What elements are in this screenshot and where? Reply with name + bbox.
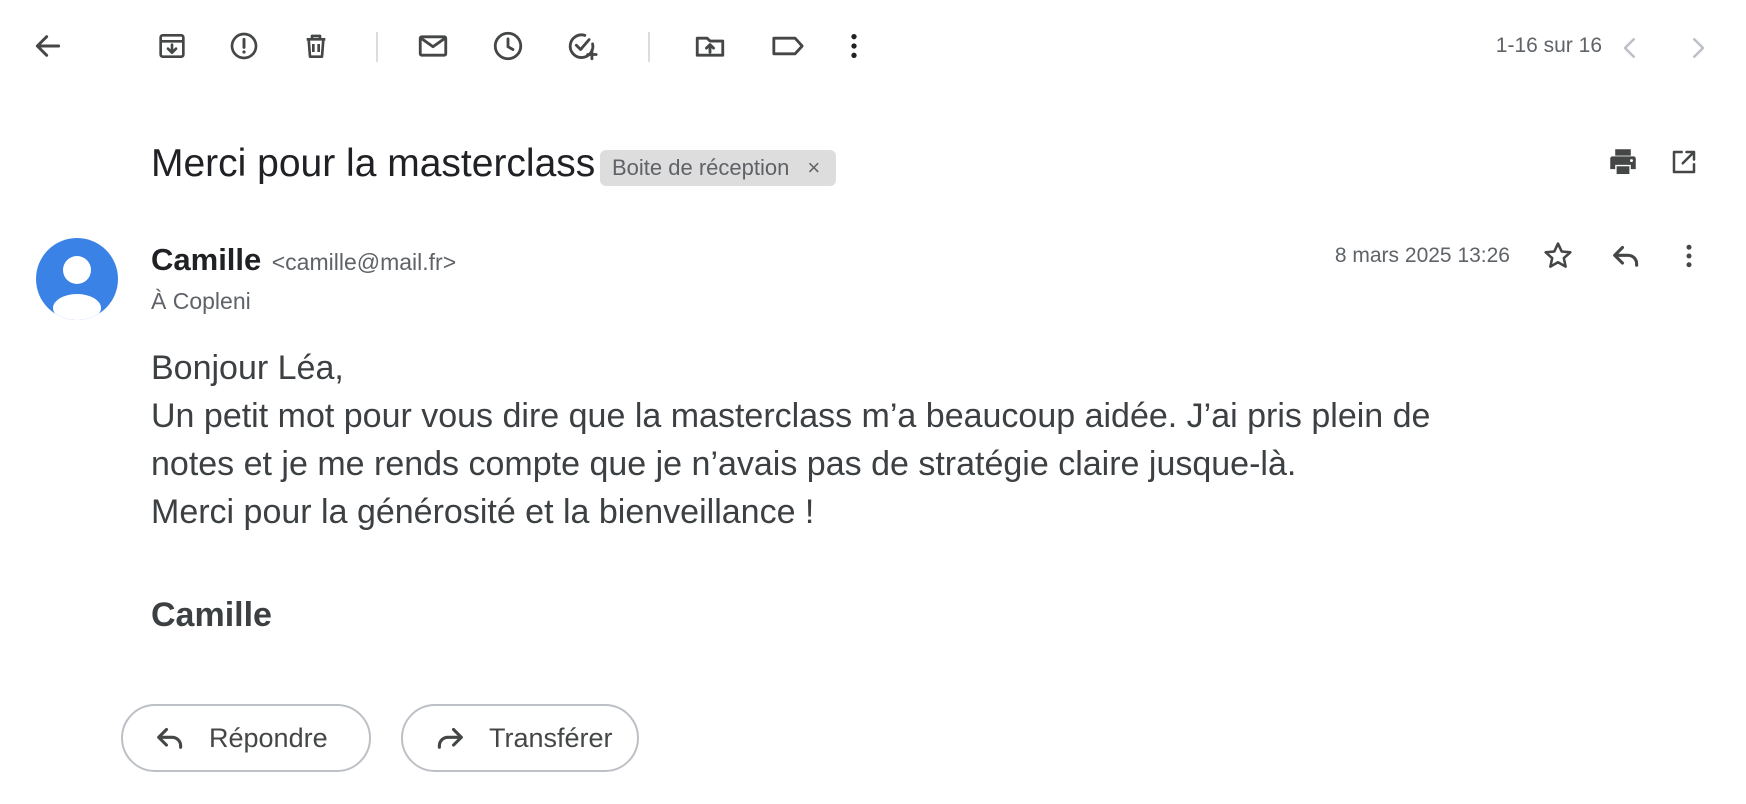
archive-icon — [159, 34, 185, 58]
avatar[interactable] — [36, 238, 118, 320]
arrow-left-icon — [35, 35, 61, 57]
mail-icon — [418, 35, 448, 57]
forward-button-label: Transférer — [489, 722, 613, 753]
remove-label-button[interactable]: × — [807, 155, 820, 181]
label-chip-text: Boite de réception — [612, 155, 790, 180]
star-icon — [1544, 242, 1572, 268]
star-button[interactable] — [1536, 234, 1580, 278]
report-spam-button[interactable] — [222, 24, 266, 68]
toolbar-divider — [648, 32, 650, 62]
mark-unread-button[interactable] — [411, 24, 455, 68]
body-closing: Merci pour la générosité et la bienveill… — [151, 493, 815, 531]
back-button[interactable] — [26, 24, 70, 68]
pagination-count: 1-16 sur 16 — [1495, 34, 1602, 57]
folder-move-icon — [695, 36, 725, 57]
reply-button-label: Répondre — [209, 722, 328, 753]
label-icon — [772, 36, 804, 56]
open-in-new-icon — [1672, 150, 1696, 174]
newer-button[interactable] — [1608, 26, 1652, 70]
body-paragraph: Un petit mot pour vous dire que la maste… — [151, 397, 1431, 483]
printer-icon — [1610, 149, 1636, 175]
alert-circle-icon — [230, 32, 258, 60]
task-add-icon — [568, 33, 598, 61]
forward-button[interactable]: Transférer — [401, 704, 639, 772]
trash-icon — [306, 34, 326, 58]
sender-email: <camille@mail.fr> — [271, 249, 457, 275]
email-signature: Camille — [151, 596, 272, 634]
toolbar-divider — [376, 32, 378, 62]
reply-icon — [157, 727, 183, 749]
message-datetime: 8 mars 2025 13:26 — [1334, 244, 1510, 267]
body-greeting: Bonjour Léa, — [151, 349, 344, 387]
label-chip-inbox: Boite de réception × — [600, 150, 837, 186]
more-vertical-icon — [851, 34, 857, 58]
more-vertical-icon — [1686, 244, 1692, 268]
email-body: Bonjour Léa, Un petit mot pour vous dire… — [151, 344, 1511, 536]
older-button[interactable] — [1676, 26, 1720, 70]
snooze-button[interactable] — [486, 24, 530, 68]
forward-icon — [437, 727, 463, 749]
move-to-button[interactable] — [688, 24, 732, 68]
sender-name[interactable]: Camille — [151, 242, 261, 277]
add-task-button[interactable] — [560, 24, 604, 68]
sender-line: Camille <camille@mail.fr> — [151, 242, 456, 278]
message-more-button[interactable] — [1667, 234, 1711, 278]
recipient-line[interactable]: À Copleni — [151, 288, 251, 315]
reply-button[interactable]: Répondre — [121, 704, 371, 772]
reply-icon — [1613, 245, 1639, 267]
archive-button[interactable] — [150, 24, 194, 68]
more-actions-button[interactable] — [832, 24, 876, 68]
clock-icon — [493, 31, 523, 61]
labels-button[interactable] — [766, 24, 810, 68]
email-subject: Merci pour la masterclass — [151, 142, 596, 185]
delete-button[interactable] — [294, 24, 338, 68]
person-icon — [53, 256, 101, 320]
open-new-window-button[interactable] — [1662, 140, 1706, 184]
reply-icon-button[interactable] — [1604, 234, 1648, 278]
chevron-right-icon — [1693, 38, 1705, 58]
chevron-left-icon — [1623, 38, 1635, 58]
print-button[interactable] — [1601, 140, 1645, 184]
